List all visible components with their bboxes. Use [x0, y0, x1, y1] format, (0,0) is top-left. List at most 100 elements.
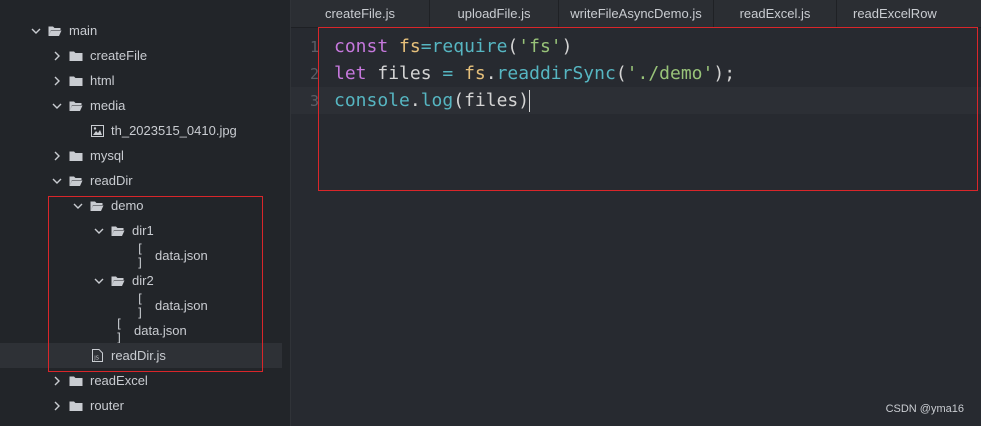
chevron-down-icon[interactable] — [93, 225, 105, 237]
tree-item-readdir[interactable]: readDir — [0, 168, 282, 193]
code-token: ( — [507, 36, 519, 57]
tree-item-dir1[interactable]: dir1 — [0, 218, 282, 243]
code-token: = — [442, 63, 454, 84]
tree-item-mysql[interactable]: mysql — [0, 143, 282, 168]
code-text: console.log(files) — [334, 89, 531, 112]
code-token: readdirSync — [496, 63, 616, 84]
tab-createfile-js[interactable]: createFile.js — [291, 0, 430, 27]
folder-open-icon — [90, 200, 104, 212]
folder-icon — [69, 50, 83, 62]
tree-item-label: html — [90, 73, 115, 88]
code-token: require — [431, 36, 508, 57]
tree-item-label: main — [69, 23, 98, 38]
chevron-down-icon[interactable] — [72, 200, 84, 212]
tab-writefileasyncdemo-js[interactable]: writeFileAsyncDemo.js — [559, 0, 714, 27]
code-line[interactable]: 2 let files = fs.readdirSync('./demo'); — [291, 60, 981, 87]
code-line[interactable]: 3 console.log(files) — [291, 87, 981, 114]
code-token: log — [420, 89, 454, 111]
tree-item-data-json[interactable]: [ ] data.json — [0, 241, 282, 270]
code-token: = — [420, 36, 432, 57]
code-token: './demo' — [626, 63, 714, 84]
tree-item-createfile[interactable]: createFile — [0, 43, 282, 68]
tree-item-label: createFile — [90, 48, 148, 63]
tree-item-readexcel[interactable]: readExcel — [0, 368, 282, 393]
code-token: ); — [713, 63, 736, 84]
tree-item-label: th_2023515_0410.jpg — [111, 123, 237, 138]
code-token: ( — [453, 89, 465, 111]
code-token: fs — [464, 63, 486, 84]
folder-icon — [69, 75, 83, 87]
tree-item-demo[interactable]: demo — [0, 193, 282, 218]
tree-item-data-json[interactable]: [ ] data.json — [0, 291, 282, 320]
tree-item-main[interactable]: main — [0, 18, 282, 43]
code-editor[interactable]: 1 const fs=require('fs') 2 let files = fs.r… — [291, 28, 981, 426]
line-number: 1 — [309, 37, 319, 56]
folder-icon — [69, 400, 83, 412]
folder-open-icon — [48, 25, 62, 37]
image-file-icon — [90, 124, 104, 137]
folder-icon — [69, 375, 83, 387]
tree-item-label: mysql — [90, 148, 124, 163]
line-number: 3 — [309, 91, 319, 110]
json-file-icon: [ ] — [115, 316, 123, 345]
chevron-down-icon[interactable] — [51, 100, 63, 112]
svg-text:JS: JS — [93, 356, 99, 362]
editor-tab-bar: createFile.js uploadFile.js writeFileAsync… — [291, 0, 981, 28]
code-token: files — [464, 89, 519, 111]
code-token: fs — [399, 36, 421, 57]
chevron-right-icon[interactable] — [51, 400, 63, 412]
code-token: console — [334, 89, 410, 111]
chevron-down-icon[interactable] — [51, 175, 63, 187]
js-file-icon: JS — [90, 349, 104, 362]
tree-item-label: data.json — [155, 298, 208, 313]
code-token: files — [366, 63, 443, 84]
folder-open-icon — [111, 275, 125, 287]
chevron-right-icon[interactable] — [51, 50, 63, 62]
file-explorer: main createFile html media th_2023515_0410.j… — [0, 0, 291, 426]
tab-readexcelrow[interactable]: readExcelRow — [837, 0, 981, 27]
code-token: . — [485, 63, 497, 84]
tree-item-label: readExcel — [90, 373, 148, 388]
tree-item-router[interactable]: router — [0, 393, 282, 418]
code-text: let files = fs.readdirSync('./demo'); — [334, 63, 735, 84]
tree-item-data-json[interactable]: [ ] data.json — [0, 316, 282, 345]
tree-item-html[interactable]: html — [0, 68, 282, 93]
code-token: . — [409, 89, 421, 111]
tree-item-label: dir2 — [132, 273, 154, 288]
code-token: const — [334, 36, 389, 57]
tree-item-label: dir1 — [132, 223, 154, 238]
folder-open-icon — [69, 100, 83, 112]
tree-item-readdir-js[interactable]: JS readDir.js — [0, 343, 282, 368]
tab-uploadfile-js[interactable]: uploadFile.js — [430, 0, 559, 27]
code-token: ) — [518, 89, 530, 111]
chevron-down-icon[interactable] — [30, 25, 42, 37]
tree-item-label: readDir.js — [111, 348, 166, 363]
tree-item-label: readDir — [90, 173, 133, 188]
watermark: CSDN @yma16 — [885, 403, 964, 415]
chevron-right-icon[interactable] — [51, 75, 63, 87]
tree-item-label: router — [90, 398, 124, 413]
code-token: ( — [615, 63, 627, 84]
tab-readexcel-js[interactable]: readExcel.js — [714, 0, 837, 27]
tree-item-label: data.json — [134, 323, 187, 338]
code-line[interactable]: 1 const fs=require('fs') — [291, 33, 981, 60]
tree-item-th-2023515-0410-jpg[interactable]: th_2023515_0410.jpg — [0, 118, 282, 143]
folder-open-icon — [69, 175, 83, 187]
json-file-icon: [ ] — [136, 291, 144, 320]
text-caret — [529, 89, 531, 112]
chevron-down-icon[interactable] — [93, 275, 105, 287]
code-token: 'fs' — [518, 36, 562, 57]
code-token: let — [334, 63, 367, 84]
tree-item-label: demo — [111, 198, 144, 213]
tree-item-media[interactable]: media — [0, 93, 282, 118]
tree-item-dir2[interactable]: dir2 — [0, 268, 282, 293]
chevron-right-icon[interactable] — [51, 150, 63, 162]
tree-item-label: media — [90, 98, 126, 113]
json-file-icon: [ ] — [136, 241, 144, 270]
folder-icon — [69, 150, 83, 162]
chevron-right-icon[interactable] — [51, 375, 63, 387]
code-text: const fs=require('fs') — [334, 36, 572, 57]
line-number: 2 — [309, 64, 319, 83]
folder-open-icon — [111, 225, 125, 237]
